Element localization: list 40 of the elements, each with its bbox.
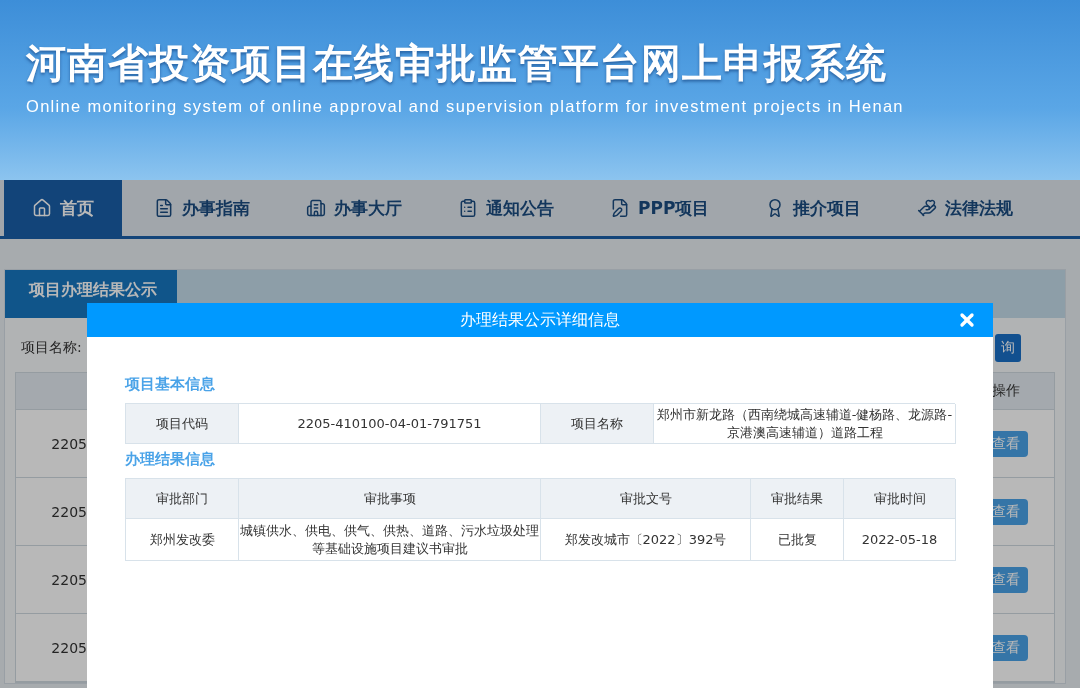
building-icon bbox=[306, 198, 326, 218]
column-header: 审批部门 bbox=[126, 479, 239, 519]
pen-document-icon bbox=[610, 198, 630, 218]
field-label: 项目名称 bbox=[541, 404, 654, 444]
site-subtitle: Online monitoring system of online approval and supervision platform for investment projects in Henan bbox=[26, 97, 905, 116]
table-cell: 郑发改城市〔2022〕392号 bbox=[541, 519, 751, 561]
nav-tab[interactable]: 法律法规 bbox=[889, 180, 1042, 236]
table-cell: 2022-05-18 bbox=[844, 519, 956, 561]
table-cell-text: 2205 bbox=[50, 434, 87, 454]
column-header: 审批结果 bbox=[751, 479, 844, 519]
table-cell: 城镇供水、供电、供气、供热、道路、污水垃圾处理等基础设施项目建议书审批 bbox=[239, 519, 541, 561]
nav-tab[interactable]: PPP项目 bbox=[582, 180, 738, 236]
table-cell: 郑州发改委 bbox=[126, 519, 239, 561]
field-value: 郑州市新龙路（西南绕城高速辅道-健杨路、龙源路-京港澳高速辅道）道路工程 bbox=[654, 404, 956, 444]
document-icon bbox=[154, 198, 174, 218]
table-cell-text: 2205 bbox=[50, 638, 87, 658]
field-label: 项目代码 bbox=[126, 404, 239, 444]
home-icon bbox=[32, 198, 52, 218]
hand-heart-icon bbox=[917, 198, 938, 218]
nav-tab[interactable]: 办事大厅 bbox=[278, 180, 430, 236]
nav-tab[interactable]: 通知公告 bbox=[430, 180, 582, 236]
clipboard-icon bbox=[458, 198, 478, 218]
column-header: 审批事项 bbox=[239, 479, 541, 519]
table-cell-text: 2205 bbox=[50, 570, 87, 590]
search-button[interactable]: 询 bbox=[995, 334, 1021, 362]
close-icon bbox=[957, 310, 977, 330]
field-value: 2205-410100-04-01-791751 bbox=[239, 404, 541, 444]
section-heading: 办理结果信息 bbox=[125, 450, 216, 469]
section-heading: 项目基本信息 bbox=[125, 375, 216, 394]
column-header: 审批文号 bbox=[541, 479, 751, 519]
site-title: 河南省投资项目在线审批监管平台网上申报系统 bbox=[26, 39, 888, 88]
dialog-title: 办理结果公示详细信息 bbox=[460, 309, 620, 331]
table-cell: 已批复 bbox=[751, 519, 844, 561]
nav-tab[interactable]: 推介项目 bbox=[737, 180, 890, 236]
table-cell-text: 2205 bbox=[50, 502, 87, 522]
nav-tab[interactable]: 办事指南 bbox=[126, 180, 278, 236]
search-label: 项目名称: bbox=[21, 339, 82, 357]
nav-tab[interactable]: 首页 bbox=[4, 180, 122, 236]
close-button[interactable] bbox=[957, 310, 977, 330]
column-header: 审批时间 bbox=[844, 479, 956, 519]
